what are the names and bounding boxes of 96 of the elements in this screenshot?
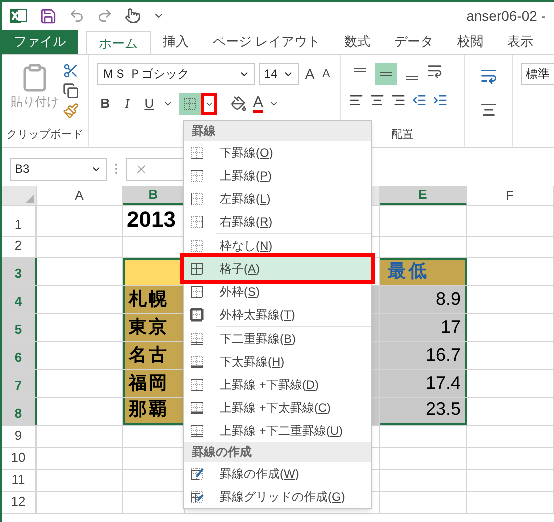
number-format-field[interactable]: 標準: [521, 63, 554, 85]
table-cell-text: 東京: [128, 316, 169, 339]
menu-section-header: 罫線: [184, 121, 371, 141]
border-dropdown-button[interactable]: [201, 93, 218, 115]
border-icon: [190, 146, 204, 160]
font-color-button[interactable]: A: [253, 95, 264, 113]
menu-item[interactable]: 罫線グリッドの作成(G): [184, 485, 371, 508]
redo-icon[interactable]: [97, 8, 113, 24]
align-icon: [380, 72, 392, 76]
font-size-field[interactable]: 14: [259, 63, 300, 85]
table-cell-text: 17: [440, 316, 461, 339]
column-header[interactable]: B: [123, 186, 185, 205]
border-icon: [190, 378, 204, 392]
ribbon-tab[interactable]: 表示: [496, 30, 546, 54]
bold-button[interactable]: B: [97, 94, 114, 114]
table-cell-text: 札幌: [128, 288, 169, 311]
menu-item[interactable]: 上罫線 +下二重罫線(U): [184, 419, 371, 442]
cut-icon[interactable]: [63, 63, 80, 79]
table-cell-text: 名古: [128, 344, 169, 367]
group-label: 配置: [392, 128, 414, 142]
menu-section-header: 罫線の作成: [184, 442, 371, 462]
ribbon-tab[interactable]: データ: [382, 30, 446, 54]
ribbon-tab[interactable]: ホーム: [86, 31, 151, 55]
border-icon: [190, 308, 204, 322]
table-cell-text: 23.5: [426, 398, 461, 421]
row-header[interactable]: 6: [2, 342, 37, 369]
menu-item[interactable]: 下太罫線(H): [184, 350, 371, 373]
border-icon: [190, 490, 204, 504]
border-icon: [190, 192, 204, 206]
menu-item[interactable]: 右罫線(R): [184, 210, 371, 233]
menu-item[interactable]: 下二重罫線(B): [184, 327, 371, 350]
menu-item[interactable]: 下罫線(O): [184, 141, 371, 164]
touch-mode-icon[interactable]: [125, 8, 141, 24]
align-icon: [406, 76, 418, 80]
grow-font-button[interactable]: A: [303, 64, 317, 84]
border-icon: [190, 332, 204, 346]
ribbon-tab[interactable]: 挿入: [151, 30, 201, 54]
table-cell-text: 2013: [126, 206, 176, 234]
menu-item[interactable]: 上罫線 +下罫線(D): [184, 373, 371, 396]
text-orientation-icon[interactable]: [427, 63, 444, 79]
table-cell-text: 福岡: [128, 372, 169, 395]
italic-button[interactable]: I: [119, 94, 136, 114]
align-icon: [354, 68, 366, 72]
border-icon: [190, 262, 204, 276]
row-header[interactable]: 5: [2, 314, 37, 341]
undo-icon[interactable]: [69, 8, 85, 24]
ribbon-tab[interactable]: 校閲: [446, 30, 496, 54]
window-title: anser06-02 -: [466, 6, 546, 26]
indent-decrease-icon[interactable]: [412, 93, 428, 108]
align-right-icon[interactable]: [391, 93, 406, 108]
table-cell-text: 8.9: [436, 288, 461, 311]
file-tab[interactable]: ファイル: [2, 30, 78, 54]
menu-item[interactable]: 外枠太罫線(T): [184, 303, 371, 326]
row-header[interactable]: 7: [2, 370, 37, 397]
row-header[interactable]: 3: [2, 258, 37, 285]
border-icon: [190, 424, 204, 438]
menu-item[interactable]: 格子(A): [184, 257, 371, 280]
menu-item[interactable]: 上罫線(P): [184, 164, 371, 187]
border-icon: [190, 466, 204, 480]
align-center-icon[interactable]: [370, 93, 386, 108]
ribbon-tab[interactable]: ページ レイアウト: [201, 30, 333, 54]
vertical-align-button[interactable]: [375, 63, 398, 85]
align-left-icon[interactable]: [349, 93, 364, 108]
row-header[interactable]: 4: [2, 286, 37, 313]
border-icon: [190, 238, 204, 252]
merge-center-icon[interactable]: [480, 101, 498, 119]
menu-item[interactable]: 左罫線(L): [184, 187, 371, 210]
table-cell-text: 16.7: [426, 344, 461, 367]
border-icon: [190, 400, 204, 414]
handle-icon[interactable]: [115, 163, 118, 175]
row-header[interactable]: 8: [2, 398, 37, 425]
column-header[interactable]: E: [380, 186, 467, 205]
font-name-field[interactable]: ＭＳ Ｐゴシック: [97, 63, 256, 85]
border-icon: [190, 214, 204, 228]
border-icon[interactable]: [183, 97, 198, 111]
group-label: クリップボード: [6, 128, 84, 142]
indent-increase-icon[interactable]: [433, 93, 448, 108]
menu-item[interactable]: 外枠(S): [184, 280, 371, 303]
table-cell-text: 17.4: [426, 372, 461, 395]
border-icon: [190, 284, 204, 298]
ribbon-tab[interactable]: 数式: [332, 30, 383, 54]
save-icon[interactable]: [40, 8, 57, 24]
copy-icon[interactable]: [63, 83, 80, 99]
fill-color-icon[interactable]: [231, 96, 248, 112]
wrap-text-icon[interactable]: [480, 67, 498, 85]
menu-item[interactable]: 枠なし(N): [184, 234, 371, 257]
table-cell-text: 最低: [388, 260, 430, 283]
menu-item[interactable]: 罫線の作成(W): [184, 462, 371, 485]
name-box[interactable]: B3: [10, 158, 107, 180]
border-icon: [190, 354, 204, 368]
table-cell-text: 那覇: [128, 398, 169, 421]
underline-button[interactable]: U: [141, 94, 158, 114]
shrink-font-button[interactable]: A: [320, 66, 332, 82]
border-icon: [190, 168, 204, 182]
menu-item[interactable]: 上罫線 +下太罫線(C): [184, 396, 371, 419]
spreadsheet-app-icon: [10, 7, 28, 25]
